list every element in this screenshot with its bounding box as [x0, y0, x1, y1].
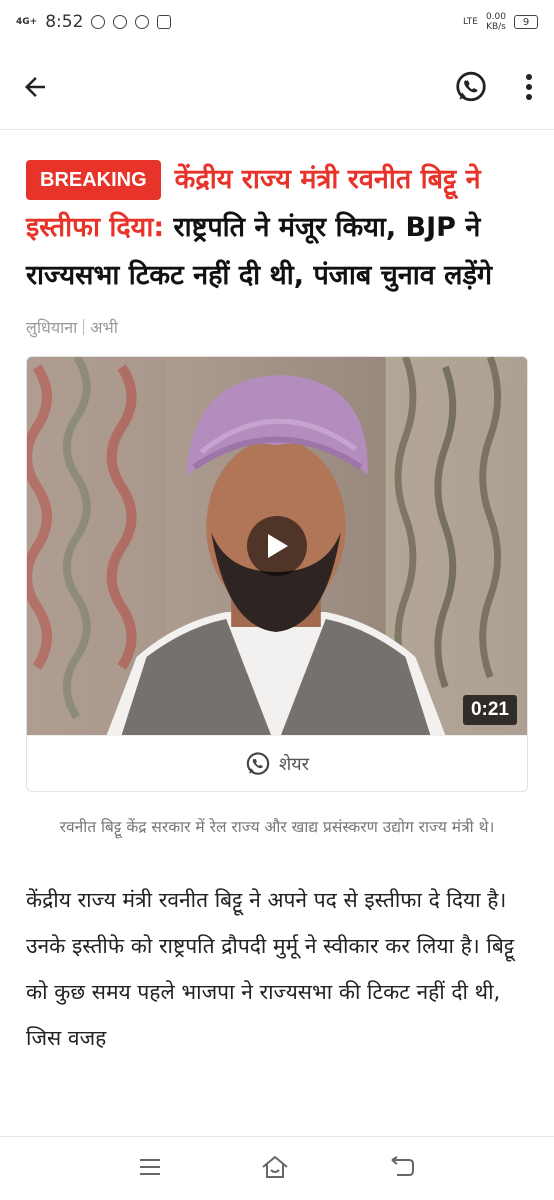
share-label: शेयर: [278, 753, 310, 775]
recent-apps-button[interactable]: [139, 1158, 161, 1180]
clock: 8:52: [45, 12, 84, 32]
article-body: केंद्रीय राज्य मंत्री रवनीत बिट्टू ने अप…: [26, 888, 515, 1050]
telegram-notification-icon: [135, 15, 150, 29]
whatsapp-share-button[interactable]: [454, 70, 488, 104]
data-speed-unit: KB/s: [486, 22, 506, 32]
battery-icon: 9: [514, 15, 538, 29]
back-button[interactable]: [20, 72, 50, 102]
back-nav-icon: [391, 1155, 414, 1176]
publish-time: अभी: [90, 318, 118, 337]
play-button[interactable]: [247, 516, 307, 576]
data-speed: 0.00 KB/s: [486, 12, 506, 32]
whatsapp-icon: [456, 71, 486, 101]
more-options-button[interactable]: [524, 72, 534, 102]
system-nav-bar: [0, 1136, 554, 1200]
whatsapp-notification-icon: [91, 15, 106, 29]
home-button[interactable]: [260, 1154, 290, 1184]
messenger-notification-icon: [113, 15, 128, 29]
whatsapp-icon: [246, 751, 270, 775]
status-bar: 4G+ 8:52 LTE 0.00 KB/s 9: [0, 0, 554, 44]
app-bar: [0, 44, 554, 130]
share-button[interactable]: शेयर: [27, 735, 527, 791]
article-meta: लुधियाना अभी: [26, 316, 528, 338]
play-icon: [268, 534, 288, 558]
more-vertical-icon: [526, 73, 532, 100]
menu-lines-icon: [140, 1158, 161, 1175]
article-headline: BREAKING केंद्रीय राज्य मंत्री रवनीत बिट्…: [26, 156, 528, 300]
location-link[interactable]: लुधियाना: [26, 316, 77, 338]
lte-indicator: LTE: [462, 17, 478, 27]
video-card: 0:21 शेयर: [26, 356, 528, 792]
breaking-badge: BREAKING: [26, 160, 161, 200]
home-icon: [262, 1155, 288, 1178]
video-player[interactable]: 0:21: [27, 357, 527, 735]
arrow-left-icon: [25, 76, 45, 97]
app-notification-icon: [157, 15, 172, 29]
article: BREAKING केंद्रीय राज्य मंत्री रवनीत बिट्…: [0, 156, 554, 1061]
video-duration: 0:21: [462, 695, 517, 725]
network-indicator: 4G+: [16, 16, 38, 27]
back-nav-button[interactable]: [389, 1155, 415, 1182]
data-speed-value: 0.00: [485, 12, 506, 22]
image-caption: रवनीत बिट्टू केंद्र सरकार में रेल राज्य …: [59, 818, 495, 836]
meta-divider: [83, 319, 85, 335]
